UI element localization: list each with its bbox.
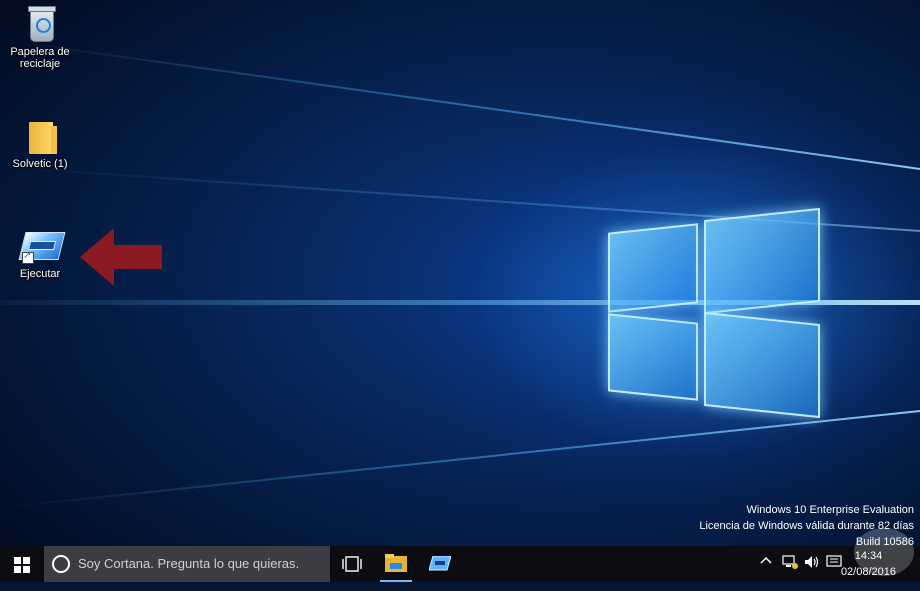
taskbar-file-explorer[interactable] — [376, 546, 416, 582]
run-dialog-icon — [18, 228, 66, 266]
task-view-button[interactable] — [332, 546, 372, 582]
desktop-icon-label: reciclaje — [19, 58, 61, 70]
notification-icon[interactable] — [826, 555, 842, 591]
file-explorer-icon — [385, 554, 407, 572]
cortana-icon — [52, 555, 70, 573]
desktop-icon-label: Solvetic (1) — [12, 158, 68, 170]
chevron-up-icon[interactable] — [760, 555, 772, 591]
windows-logo-wallpaper — [600, 200, 825, 420]
desktop-icon-solvetic-folder[interactable]: Solvetic (1) — [3, 118, 77, 170]
volume-icon[interactable] — [804, 555, 820, 591]
light-beam — [4, 410, 920, 509]
start-button[interactable] — [0, 546, 44, 582]
folder-icon — [22, 118, 58, 156]
site-logo-watermark — [854, 528, 914, 576]
annotation-arrow-icon — [80, 228, 162, 286]
search-placeholder: Soy Cortana. Pregunta lo que quieras. — [78, 556, 300, 571]
desktop-icon-ejecutar[interactable]: Ejecutar — [3, 228, 77, 280]
task-view-icon — [342, 556, 362, 572]
taskbar: Soy Cortana. Pregunta lo que quieras. 14… — [0, 546, 920, 582]
taskbar-run[interactable] — [420, 546, 460, 582]
desktop-background: Papelera de reciclaje Solvetic (1) Ejecu… — [0, 0, 920, 546]
windows-start-icon — [14, 557, 30, 573]
cortana-search-box[interactable]: Soy Cortana. Pregunta lo que quieras. — [44, 546, 330, 582]
recycle-bin-icon — [22, 6, 58, 44]
run-dialog-icon — [429, 556, 451, 571]
network-icon[interactable] — [782, 555, 798, 591]
desktop-icon-label: Papelera de — [10, 46, 70, 58]
watermark-edition: Windows 10 Enterprise Evaluation — [746, 504, 914, 516]
desktop-icon-recycle-bin[interactable]: Papelera de reciclaje — [3, 6, 77, 70]
shortcut-arrow-icon — [22, 250, 34, 264]
light-beam — [8, 39, 920, 170]
desktop-icon-label: Ejecutar — [19, 268, 61, 280]
